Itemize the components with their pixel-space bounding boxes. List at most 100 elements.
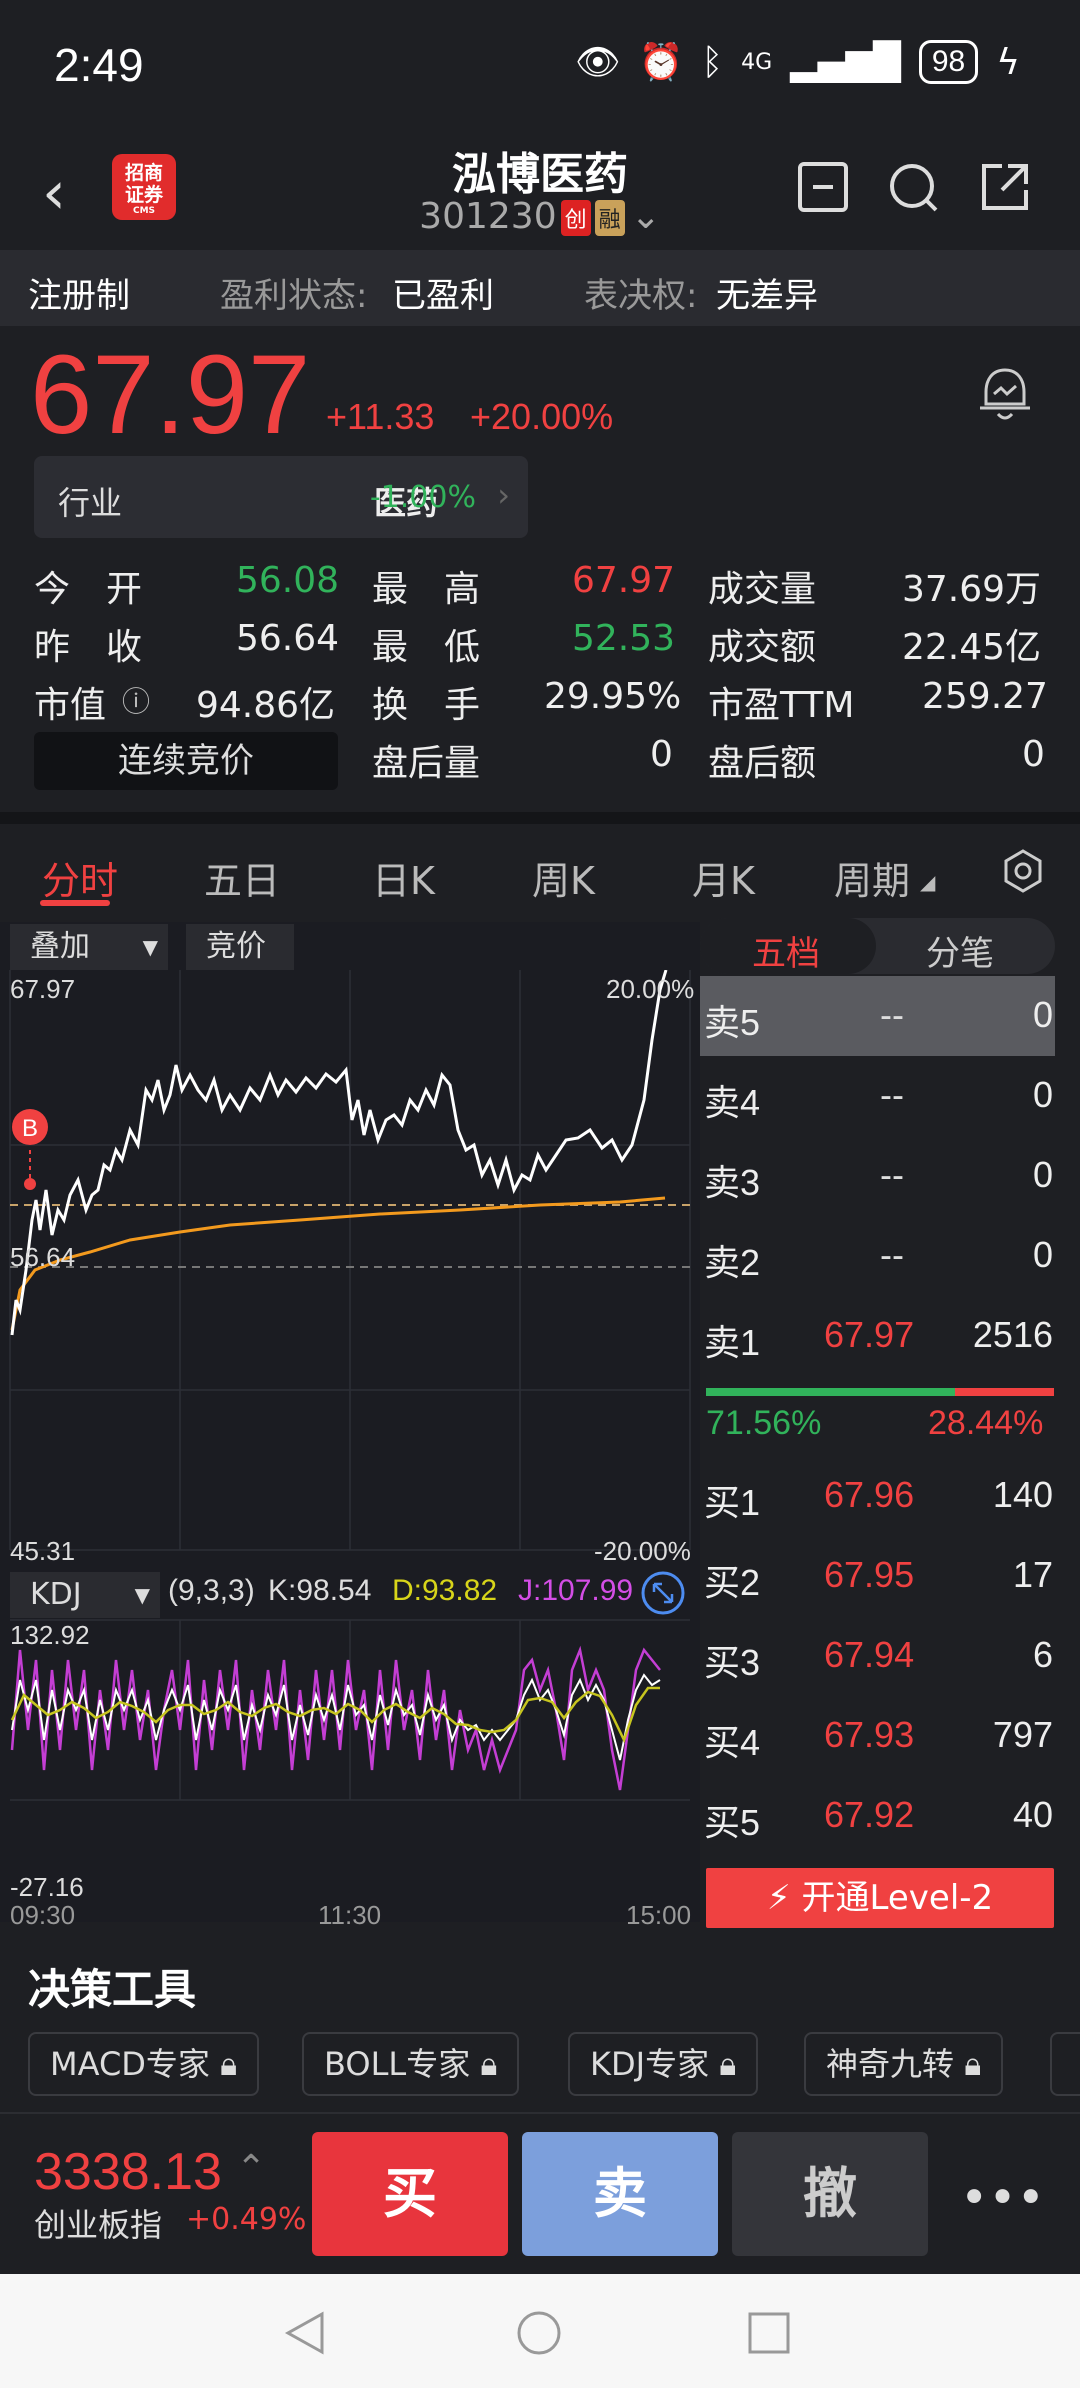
bluetooth-icon: ᛒ	[701, 41, 724, 83]
indicator-dropdown[interactable]: KDJ ▼	[10, 1572, 160, 1618]
tools-title: 决策工具	[28, 1965, 197, 2014]
price-change: +11.33	[326, 396, 435, 437]
overlay-dropdown[interactable]: 叠加 ▼	[10, 924, 168, 970]
tab-daily-k[interactable]: 日K	[372, 850, 435, 905]
alert-bell-icon[interactable]	[974, 364, 1036, 426]
nav-home-icon[interactable]	[514, 2308, 564, 2358]
tab-period[interactable]: 周期	[834, 850, 910, 905]
tab-weekly-k[interactable]: 周K	[532, 850, 595, 905]
more-button[interactable]: •••	[960, 2170, 1045, 2226]
intraday-chart[interactable]: B	[0, 970, 700, 1920]
industry-label: 行业	[58, 484, 123, 522]
industry-pct: -1.00%	[369, 480, 476, 515]
mcap-label: 市值	[34, 685, 107, 726]
battery-icon: 98	[918, 40, 979, 84]
index-value[interactable]: 3338.13	[34, 2142, 222, 2202]
high-label: 最 高	[372, 569, 481, 610]
bid-row-2[interactable]: 买2 67.95 17	[700, 1536, 1055, 1616]
buy-sell-ratio-bar	[706, 1388, 1054, 1396]
ask-row-5[interactable]: 卖5 -- 0	[700, 976, 1055, 1056]
vote-label: 表决权:	[584, 276, 698, 316]
volume-value: 37.69万	[902, 569, 1042, 610]
bid-row-4[interactable]: 买4 67.93 797	[700, 1696, 1055, 1776]
status-bar: 2:49 👁 ⏰ ᛒ 4G ▂▄▆█ 98 ϟ	[0, 0, 1080, 130]
status-time: 2:49	[54, 39, 144, 91]
industry-row[interactable]: 行业 医药 -1.00% ›	[34, 456, 528, 538]
buy-ratio: 71.56%	[706, 1404, 822, 1442]
section-divider	[0, 812, 1080, 824]
avg-price-line	[10, 1196, 666, 1331]
system-nav-bar	[0, 2274, 1080, 2388]
tool-more[interactable]	[1050, 2032, 1080, 2096]
settings-icon[interactable]	[1000, 848, 1046, 894]
registration-label: 注册制	[28, 276, 130, 316]
tool-td9[interactable]: 神奇九转 🔒︎	[804, 2032, 1004, 2096]
open-label: 今 开	[34, 569, 143, 610]
index-name: 创业板指	[34, 2206, 163, 2244]
tool-boll[interactable]: BOLL专家 🔒︎	[302, 2032, 520, 2096]
nav-recents-icon[interactable]	[744, 2308, 794, 2358]
lock-icon: 🔒︎	[964, 2045, 982, 2083]
margin-badge: 融	[594, 200, 625, 236]
chart-top-pct: 20.00%	[606, 974, 695, 1004]
minus-square-icon[interactable]	[796, 160, 850, 214]
low-label: 最 低	[372, 627, 481, 668]
sell-ratio: 28.44%	[928, 1404, 1044, 1442]
tab-five-day[interactable]: 五日	[204, 850, 280, 905]
ask-row-3[interactable]: 卖3 -- 0	[700, 1136, 1055, 1216]
turnover-value: 29.95%	[544, 676, 682, 717]
orderbook-tabs: 五档 分笔	[700, 918, 1055, 974]
kdj-j: J:107.99	[518, 1574, 634, 1607]
low-value: 52.53	[572, 618, 676, 659]
active-tab-indicator	[40, 900, 110, 906]
auction-status-button[interactable]: 连续竞价	[34, 732, 338, 790]
bid-row-3[interactable]: 买3 67.94 6	[700, 1616, 1055, 1696]
info-icon[interactable]: ⓘ	[122, 680, 150, 720]
info-strip: 注册制 盈利状态: 已盈利 表决权: 无差异	[0, 250, 1080, 326]
expand-icon[interactable]	[640, 1570, 686, 1616]
auction-toggle[interactable]: 竞价	[186, 924, 294, 970]
amount-value: 22.45亿	[902, 627, 1042, 668]
kdj-max: 132.92	[10, 1620, 90, 1650]
high-value: 67.97	[572, 560, 676, 601]
tab-monthly-k[interactable]: 月K	[692, 850, 755, 905]
tab-ticks[interactable]: 分笔	[926, 926, 994, 975]
ask-row-4[interactable]: 卖4 -- 0	[700, 1056, 1055, 1136]
share-icon[interactable]	[978, 160, 1032, 214]
chart-bottom-pct: -20.00%	[594, 1536, 691, 1566]
network-label: 4G	[741, 49, 773, 75]
sell-button[interactable]: 卖	[522, 2132, 718, 2256]
signal-icon: ▂▄▆█	[790, 41, 901, 83]
price-change-pct: +20.00%	[470, 396, 614, 437]
ask-row-1[interactable]: 卖1 67.97 2516	[700, 1296, 1055, 1376]
after-volume-value: 0	[650, 734, 673, 775]
after-amount-label: 盘后额	[708, 743, 817, 784]
prev-close-value: 56.64	[236, 618, 340, 659]
cancel-button[interactable]: 撤	[732, 2132, 928, 2256]
turnover-label: 换 手	[372, 685, 481, 726]
nav-back-icon[interactable]	[280, 2308, 330, 2358]
tool-kdj[interactable]: KDJ专家 🔒︎	[568, 2032, 759, 2096]
price-line	[10, 970, 668, 1336]
ask-row-2[interactable]: 卖2 -- 0	[700, 1216, 1055, 1296]
tab-five-levels[interactable]: 五档	[752, 926, 820, 975]
chart-tabs: 分时 五日 日K 周K 月K 周期 ◢	[0, 824, 1080, 920]
chevron-right-icon: ›	[497, 476, 510, 514]
tab-intraday[interactable]: 分时	[42, 850, 118, 905]
kdj-chart	[10, 1645, 661, 1791]
pe-label: 市盈TTM	[708, 685, 855, 726]
lightning-icon: ⚡	[766, 1878, 791, 1918]
amount-label: 成交额	[708, 627, 817, 668]
search-icon[interactable]	[886, 160, 940, 214]
tool-macd[interactable]: MACD专家 🔒︎	[28, 2032, 260, 2096]
lock-icon: 🔒︎	[220, 2045, 238, 2083]
bid-row-1[interactable]: 买1 67.96 140	[700, 1456, 1055, 1536]
lock-icon: 🔒︎	[719, 2045, 737, 2083]
level2-upgrade-button[interactable]: ⚡ 开通Level-2	[706, 1868, 1054, 1928]
kdj-d: D:93.82	[392, 1574, 498, 1607]
volume-label: 成交量	[708, 569, 817, 610]
caret-down-icon: ▼	[134, 1583, 150, 1607]
charging-icon: ϟ	[996, 41, 1020, 83]
buy-button[interactable]: 买	[312, 2132, 508, 2256]
bid-row-5[interactable]: 买5 67.92 40	[700, 1776, 1055, 1856]
